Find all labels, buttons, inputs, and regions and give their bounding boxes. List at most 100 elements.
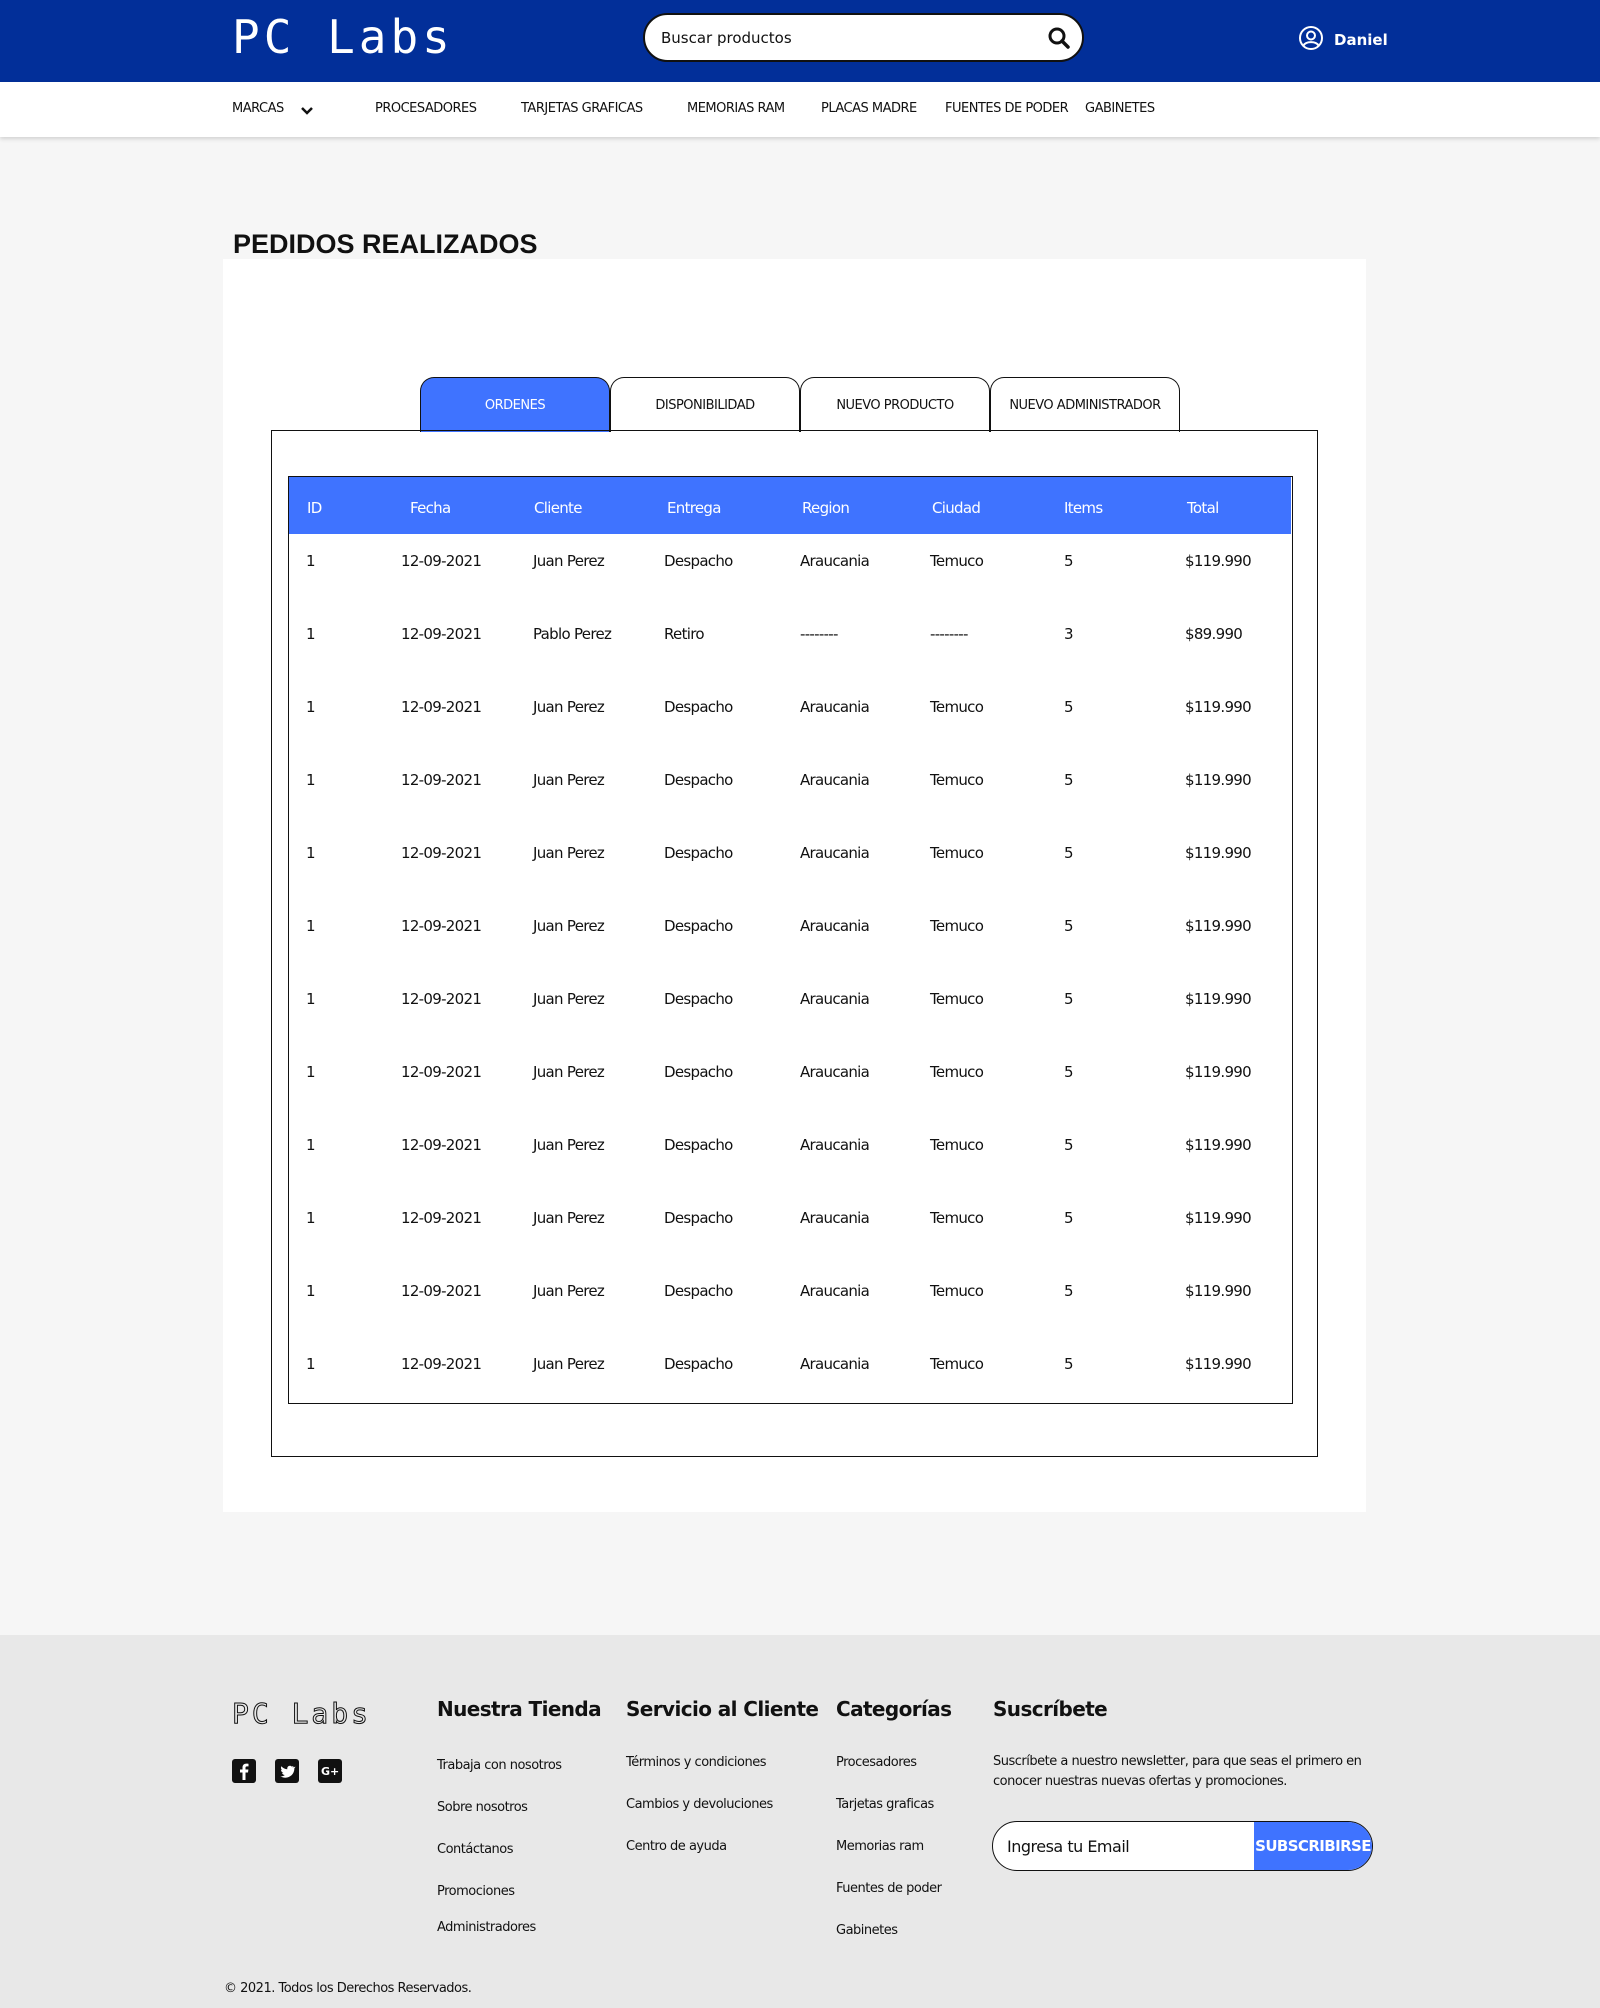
search-icon[interactable] — [1042, 21, 1076, 55]
twitter-icon[interactable] — [275, 1759, 299, 1783]
table-cell: Juan Perez — [533, 1355, 605, 1373]
tab-ordenes[interactable]: ORDENES — [420, 377, 610, 432]
footer-link-trabaja[interactable]: Trabaja con nosotros — [437, 1758, 562, 1773]
table-cell: Juan Perez — [533, 1136, 605, 1154]
table-cell: Juan Perez — [533, 698, 605, 716]
footer-link-procesadores[interactable]: Procesadores — [836, 1755, 917, 1770]
nav-item-placas-madre[interactable]: PLACAS MADRE — [821, 101, 917, 116]
table-row[interactable]: 1 12-09-2021 Juan Perez Despacho Araucania Te… — [289, 1209, 1291, 1282]
column-header-ciudad[interactable]: Ciudad — [932, 499, 981, 517]
table-row[interactable]: 1 12-09-2021 Juan Perez Despacho Araucania Te… — [289, 1063, 1291, 1136]
column-header-cliente[interactable]: Cliente — [534, 499, 582, 517]
nav-item-fuentes-de-poder[interactable]: FUENTES DE PODER — [945, 101, 1069, 116]
footer-link-contactanos[interactable]: Contáctanos — [437, 1842, 514, 1857]
column-header-entrega[interactable]: Entrega — [667, 499, 721, 517]
newsletter-form: SUBSCRIBIRSE — [992, 1821, 1373, 1871]
column-header-total[interactable]: Total — [1187, 499, 1219, 517]
tab-nuevo-administrador[interactable]: NUEVO ADMINISTRADOR — [990, 377, 1180, 432]
nav-item-gabinetes[interactable]: GABINETES — [1085, 101, 1155, 116]
table-cell: Juan Perez — [533, 844, 605, 862]
column-header-items[interactable]: Items — [1064, 499, 1103, 517]
table-row[interactable]: 1 12-09-2021 Juan Perez Despacho Araucania Te… — [289, 1355, 1291, 1428]
google-plus-icon[interactable]: G+ — [318, 1759, 342, 1783]
footer-link-cambios[interactable]: Cambios y devoluciones — [626, 1797, 773, 1812]
table-cell: 12-09-2021 — [401, 698, 482, 716]
facebook-icon[interactable] — [232, 1759, 256, 1783]
copyright-text: © 2021. Todos los Derechos Reservados. — [224, 1981, 472, 1996]
table-cell: Temuco — [930, 771, 984, 789]
table-cell: Pablo Perez — [533, 625, 612, 643]
newsletter-description: Suscríbete a nuestro newsletter, para qu… — [993, 1754, 1362, 1789]
footer-logo[interactable]: PC Labs — [231, 1697, 371, 1731]
footer-link-administradores[interactable]: Administradores — [437, 1920, 536, 1935]
footer-link-fuentes-poder[interactable]: Fuentes de poder — [836, 1881, 942, 1896]
search-input[interactable] — [661, 25, 1021, 51]
table-row[interactable]: 1 12-09-2021 Juan Perez Despacho Araucania Te… — [289, 917, 1291, 990]
nav-item-memorias-ram[interactable]: MEMORIAS RAM — [687, 101, 785, 116]
nav-item-procesadores[interactable]: PROCESADORES — [375, 101, 477, 116]
tab-disponibilidad[interactable]: DISPONIBILIDAD — [610, 377, 800, 432]
newsletter-email-input[interactable] — [1007, 1834, 1247, 1858]
table-cell: Juan Perez — [533, 917, 605, 935]
table-row[interactable]: 1 12-09-2021 Juan Perez Despacho Araucania Te… — [289, 698, 1291, 771]
tab-nuevo-producto[interactable]: NUEVO PRODUCTO — [800, 377, 990, 432]
table-cell: Araucania — [800, 1063, 870, 1081]
column-header-region[interactable]: Region — [802, 499, 850, 517]
table-cell: Despacho — [664, 698, 733, 716]
table-cell: Temuco — [930, 1063, 984, 1081]
table-row[interactable]: 1 12-09-2021 Juan Perez Despacho Araucania Te… — [289, 1136, 1291, 1209]
table-cell: 1 — [306, 990, 316, 1008]
table-cell: 1 — [306, 771, 316, 789]
table-cell: 1 — [306, 1063, 316, 1081]
table-cell: 5 — [1064, 1209, 1074, 1227]
table-cell: Temuco — [930, 698, 984, 716]
table-cell: Araucania — [800, 844, 870, 862]
footer-link-tarjetas-graficas[interactable]: Tarjetas graficas — [836, 1797, 934, 1812]
table-cell: 5 — [1064, 844, 1074, 862]
footer-link-centro-ayuda[interactable]: Centro de ayuda — [626, 1839, 727, 1854]
table-cell: Araucania — [800, 917, 870, 935]
table-cell: $119.990 — [1185, 1282, 1252, 1300]
footer-link-memorias-ram[interactable]: Memorias ram — [836, 1839, 924, 1854]
table-cell: Araucania — [800, 1136, 870, 1154]
table-cell: 12-09-2021 — [401, 625, 482, 643]
footer-link-gabinetes[interactable]: Gabinetes — [836, 1923, 898, 1938]
table-cell: Despacho — [664, 1355, 733, 1373]
column-header-fecha[interactable]: Fecha — [410, 499, 451, 517]
table-cell: Juan Perez — [533, 990, 605, 1008]
user-menu[interactable]: Daniel — [1298, 25, 1388, 53]
site-logo[interactable]: PC Labs — [232, 10, 454, 64]
table-cell: 1 — [306, 844, 316, 862]
table-cell: Juan Perez — [533, 1063, 605, 1081]
table-cell: 12-09-2021 — [401, 990, 482, 1008]
table-row[interactable]: 1 12-09-2021 Juan Perez Despacho Araucania Te… — [289, 990, 1291, 1063]
chevron-down-icon[interactable] — [300, 103, 314, 121]
table-cell: Araucania — [800, 1209, 870, 1227]
footer-heading-nuestra-tienda: Nuestra Tienda — [437, 1697, 602, 1721]
column-header-id[interactable]: ID — [307, 499, 322, 517]
subscribe-button[interactable]: SUBSCRIBIRSE — [1254, 1822, 1372, 1870]
table-cell: $119.990 — [1185, 1136, 1252, 1154]
user-name: Daniel — [1334, 31, 1388, 49]
table-cell: 5 — [1064, 917, 1074, 935]
table-row[interactable]: 1 12-09-2021 Juan Perez Despacho Araucania Te… — [289, 771, 1291, 844]
table-cell: 12-09-2021 — [401, 917, 482, 935]
table-cell: 12-09-2021 — [401, 1063, 482, 1081]
footer-link-promociones[interactable]: Promociones — [437, 1884, 515, 1899]
table-cell: $119.990 — [1185, 1209, 1252, 1227]
table-row[interactable]: 1 12-09-2021 Juan Perez Despacho Araucania Te… — [289, 1282, 1291, 1355]
table-cell: 5 — [1064, 1063, 1074, 1081]
nav-item-tarjetas-graficas[interactable]: TARJETAS GRAFICAS — [521, 101, 643, 116]
table-cell: Despacho — [664, 844, 733, 862]
table-cell: $119.990 — [1185, 844, 1252, 862]
table-cell: Temuco — [930, 990, 984, 1008]
nav-item-marcas[interactable]: MARCAS — [232, 101, 284, 116]
table-cell: Araucania — [800, 698, 870, 716]
table-row[interactable]: 1 12-09-2021 Juan Perez Despacho Araucania Te… — [289, 552, 1291, 625]
table-cell: $119.990 — [1185, 1063, 1252, 1081]
page-title: PEDIDOS REALIZADOS — [233, 229, 538, 259]
table-row[interactable]: 1 12-09-2021 Juan Perez Despacho Araucania Te… — [289, 844, 1291, 917]
footer-link-sobre-nosotros[interactable]: Sobre nosotros — [437, 1800, 528, 1815]
table-row[interactable]: 1 12-09-2021 Pablo Perez Retiro -------- ----… — [289, 625, 1291, 698]
footer-link-terminos[interactable]: Términos y condiciones — [626, 1755, 766, 1770]
